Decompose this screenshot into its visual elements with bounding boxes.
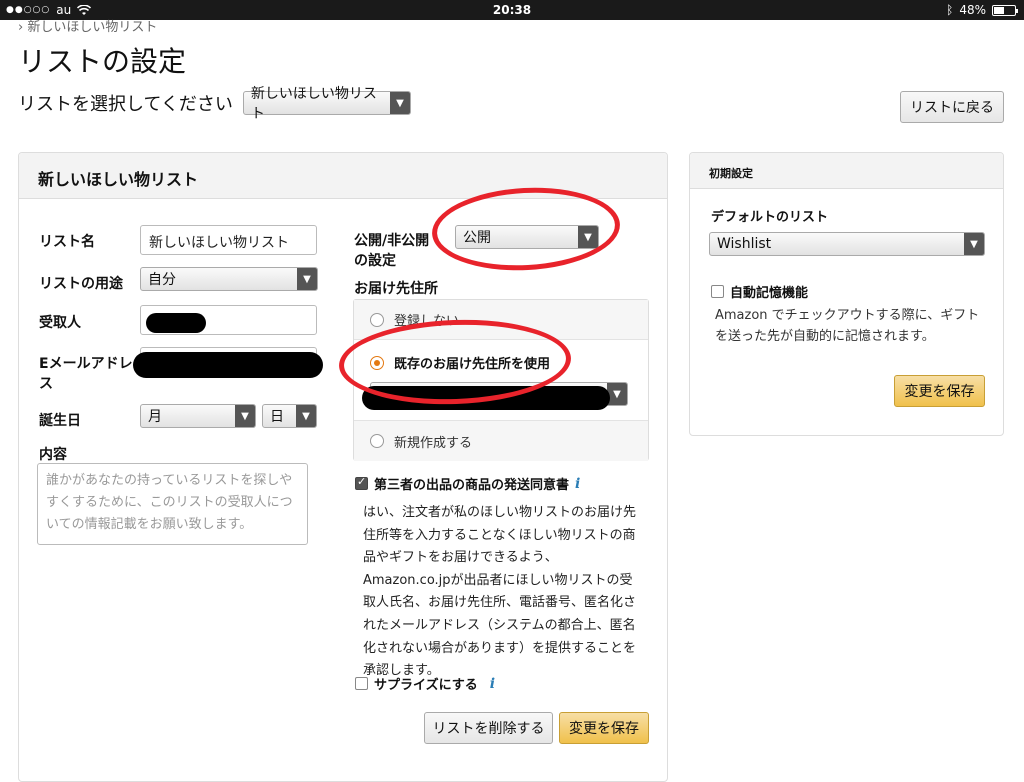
list-select-row: リストを選択してください 新しいほしい物リスト ▼ — [18, 86, 411, 122]
surprise-checkbox[interactable] — [355, 677, 368, 690]
back-to-list-button[interactable]: リストに戻る — [900, 91, 1004, 123]
birthday-day-value: 日 — [270, 409, 284, 425]
bluetooth-icon: ᛒ — [946, 3, 954, 17]
auto-remember-text: Amazon でチェックアウトする際に、ギフトを送った先が自動的に記憶されます。 — [715, 308, 980, 344]
list-select-label: リストを選択してください — [18, 94, 233, 115]
info-icon[interactable]: i — [575, 476, 580, 492]
radio-button[interactable] — [370, 434, 384, 448]
panel-header: 初期設定 — [690, 153, 1003, 189]
birthday-label: 誕生日 — [39, 413, 81, 429]
list-select-value: 新しいほしい物リスト — [250, 86, 377, 122]
auto-remember-checkbox[interactable] — [711, 285, 724, 298]
auto-remember-row: 自動記憶機能 — [711, 282, 808, 301]
list-purpose-value: 自分 — [148, 272, 176, 288]
redaction-mark — [133, 352, 323, 378]
address-option-new[interactable]: 新規作成する — [354, 420, 648, 461]
list-purpose-select[interactable]: 自分 ▼ — [140, 267, 318, 291]
chevron-down-icon: ▼ — [235, 405, 255, 427]
list-purpose-label: リストの用途 — [39, 276, 123, 292]
content-textarea[interactable]: 誰かがあなたの持っているリストを探しやすくするために、このリストの受取人について… — [37, 463, 308, 545]
clock: 20:38 — [492, 3, 532, 17]
third-party-consent-text: はい、注文者が私のほしい物リストのお届け先住所等を入力することなくほしい物リスト… — [363, 505, 637, 679]
third-party-consent-label: 第三者の出品の商品の発送同意書 — [374, 478, 570, 493]
battery-icon — [992, 4, 1018, 16]
default-list-label: デフォルトのリスト — [711, 210, 829, 225]
birthday-day-select[interactable]: 日 ▼ — [262, 404, 317, 428]
chevron-down-icon: ▼ — [390, 92, 410, 114]
info-icon[interactable]: i — [490, 676, 495, 692]
page-title: リストの設定 — [18, 45, 187, 78]
default-list-value: Wishlist — [717, 236, 772, 252]
surprise-label: サプライズにする — [374, 678, 478, 693]
third-party-consent-row: 第三者の出品の商品の発送同意書 i — [355, 474, 580, 493]
save-changes-button[interactable]: 変更を保存 — [559, 712, 649, 744]
birthday-month-select[interactable]: 月 ▼ — [140, 404, 256, 428]
radio-button[interactable] — [370, 312, 384, 327]
default-save-button[interactable]: 変更を保存 — [894, 375, 985, 407]
third-party-consent-checkbox[interactable] — [355, 475, 368, 490]
email-label: Eメールアドレス — [39, 356, 133, 392]
address-label: お届け先住所 — [354, 281, 438, 297]
list-name-input[interactable]: 新しいほしい物リスト — [140, 225, 317, 255]
breadcrumb[interactable]: › 新しいほしい物リスト — [18, 16, 157, 35]
default-list-select[interactable]: Wishlist ▼ — [709, 232, 985, 256]
auto-remember-label: 自動記憶機能 — [730, 286, 809, 301]
panel-title: 新しいほしい物リスト — [38, 170, 199, 189]
surprise-row: サプライズにする i — [355, 674, 495, 693]
chevron-down-icon: ▼ — [296, 405, 316, 427]
panel-title: 初期設定 — [709, 167, 753, 180]
delete-list-button[interactable]: リストを削除する — [424, 712, 553, 744]
recipient-label: 受取人 — [39, 315, 81, 331]
address-option-label: 新規作成する — [394, 435, 473, 451]
chevron-down-icon: ▼ — [297, 268, 317, 290]
list-select-dropdown[interactable]: 新しいほしい物リスト ▼ — [242, 86, 411, 122]
battery-percent: 48% — [959, 3, 986, 17]
visibility-label: 公開/非公開の設定 — [354, 233, 430, 269]
chevron-down-icon: ▼ — [964, 233, 984, 255]
content-label: 内容 — [39, 447, 67, 463]
redaction-mark — [146, 313, 206, 333]
chevron-down-icon: ▼ — [607, 383, 627, 405]
birthday-month-value: 月 — [148, 409, 162, 425]
list-name-label: リスト名 — [39, 234, 95, 250]
